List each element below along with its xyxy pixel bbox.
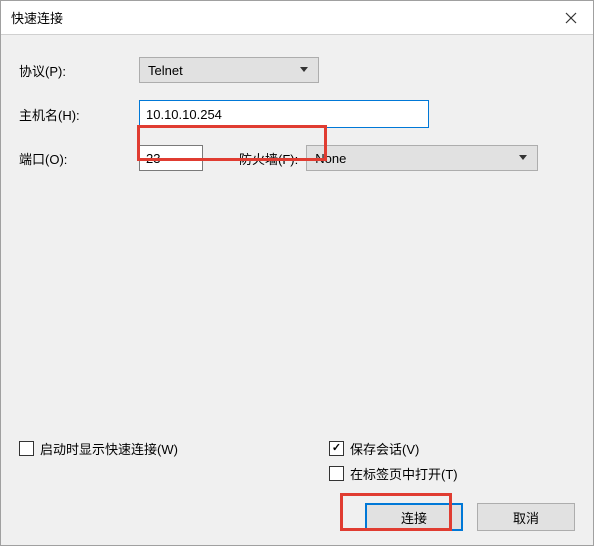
hostname-row: 主机名(H): <box>19 101 575 127</box>
save-session-label: 保存会话(V) <box>350 439 419 458</box>
titlebar: 快速连接 <box>1 1 593 35</box>
content-area: 协议(P): Telnet 主机名(H): 端口(O): 防火墙(F): Non… <box>1 35 593 545</box>
firewall-label: 防火墙(F): <box>239 149 298 168</box>
save-session-checkbox[interactable]: 保存会话(V) <box>329 439 458 458</box>
checkbox-icon <box>329 466 344 481</box>
port-label: 端口(O): <box>19 149 139 168</box>
cancel-button-label: 取消 <box>513 508 539 527</box>
protocol-row: 协议(P): Telnet <box>19 57 575 83</box>
show-on-startup-label: 启动时显示快速连接(W) <box>40 439 178 458</box>
firewall-value: None <box>315 151 346 166</box>
hostname-label: 主机名(H): <box>19 105 139 124</box>
protocol-combobox[interactable]: Telnet <box>139 57 319 83</box>
connect-button-label: 连接 <box>401 508 427 527</box>
port-input[interactable] <box>139 145 203 171</box>
close-button[interactable] <box>549 1 593 35</box>
close-icon <box>565 12 577 24</box>
firewall-combobox[interactable]: None <box>306 145 538 171</box>
protocol-label: 协议(P): <box>19 61 139 80</box>
open-in-tab-label: 在标签页中打开(T) <box>350 464 458 483</box>
checkbox-icon <box>329 441 344 456</box>
open-in-tab-checkbox[interactable]: 在标签页中打开(T) <box>329 464 458 483</box>
dialog-title: 快速连接 <box>11 8 63 27</box>
port-row: 端口(O): 防火墙(F): None <box>19 145 575 171</box>
checkbox-row: 启动时显示快速连接(W) 保存会话(V) 在标签页中打开(T) <box>19 439 575 489</box>
hostname-input[interactable] <box>139 100 429 128</box>
checkbox-icon <box>19 441 34 456</box>
button-row: 连接 取消 <box>19 503 575 531</box>
bottom-area: 启动时显示快速连接(W) 保存会话(V) 在标签页中打开(T) 连接 <box>19 439 575 531</box>
show-on-startup-checkbox[interactable]: 启动时显示快速连接(W) <box>19 439 329 458</box>
protocol-value: Telnet <box>148 63 183 78</box>
quick-connect-dialog: 快速连接 协议(P): Telnet 主机名(H): 端口(O): 防火墙(F)… <box>0 0 594 546</box>
cancel-button[interactable]: 取消 <box>477 503 575 531</box>
connect-button[interactable]: 连接 <box>365 503 463 531</box>
